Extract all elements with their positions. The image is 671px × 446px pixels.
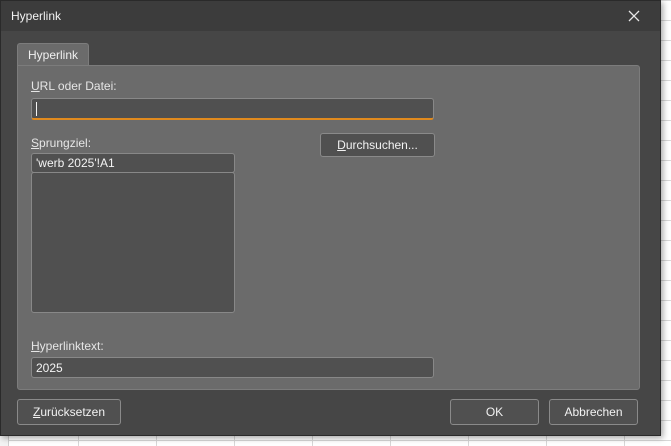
target-input[interactable]: 'werb 2025'!A1: [31, 153, 235, 173]
tab-panel: URL oder Datei: Sprungziel: 'werb 2025'!…: [17, 65, 640, 390]
tab-hyperlink[interactable]: Hyperlink: [17, 43, 89, 66]
close-button[interactable]: [621, 4, 647, 28]
linktext-field-label: Hyperlinktext:: [31, 339, 104, 353]
target-list[interactable]: [31, 172, 235, 313]
target-field-label: Sprungziel:: [31, 136, 92, 150]
linktext-input[interactable]: 2025: [31, 357, 434, 378]
text-caret: [36, 101, 37, 116]
reset-button[interactable]: Zurücksetzen: [17, 399, 121, 425]
dialog-title: Hyperlink: [11, 9, 62, 23]
hyperlink-dialog: Hyperlink Hyperlink URL oder Datei: Spru…: [0, 0, 661, 436]
ok-button[interactable]: OK: [450, 399, 539, 425]
linktext-value: 2025: [36, 360, 63, 375]
browse-button[interactable]: Durchsuchen...: [320, 133, 435, 157]
target-value: 'werb 2025'!A1: [36, 156, 115, 170]
tab-label: Hyperlink: [27, 48, 78, 62]
close-icon: [628, 10, 640, 22]
url-input[interactable]: [31, 98, 434, 120]
dialog-titlebar: Hyperlink: [1, 1, 660, 31]
cancel-button[interactable]: Abbrechen: [549, 399, 638, 425]
url-field-label: URL oder Datei:: [31, 79, 117, 93]
